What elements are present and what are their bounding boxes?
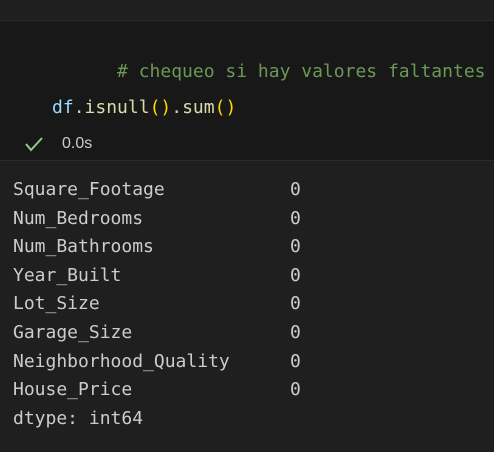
code-paren-open: ( (149, 97, 161, 118)
output-row: Neighborhood_Quality 0 (13, 348, 413, 377)
code-variable: df (52, 97, 74, 118)
output-column-name: Num_Bedrooms (13, 207, 144, 229)
output-column-name: Num_Bathrooms (13, 236, 154, 258)
output-column-name: Square_Footage (13, 179, 165, 200)
output-null-count: 0 (290, 293, 301, 315)
code-comment: # chequeo si hay valores faltantes (117, 61, 486, 82)
output-row: Garage_Size 0 (13, 319, 413, 348)
output-null-count: 0 (290, 264, 301, 286)
output-row: Lot_Size 0 (13, 290, 413, 319)
code-paren-open: ( (214, 97, 226, 118)
output-row: Square_Footage 0 (13, 176, 413, 205)
code-paren-close: ) (160, 97, 172, 118)
output-column-name: Neighborhood_Quality (13, 350, 230, 372)
code-function-sum: sum (182, 97, 215, 118)
output-column-name: Lot_Size (13, 293, 100, 315)
code-cell[interactable]: # chequeo si hay valores faltantes df.is… (0, 20, 494, 161)
notebook-view: # chequeo si hay valores faltantes df.is… (0, 0, 494, 452)
output-null-count: 0 (290, 321, 301, 343)
output-column-name: Garage_Size (13, 321, 133, 343)
execution-status: 0.0s (24, 133, 92, 155)
output-null-count: 0 (290, 179, 301, 200)
code-paren-close: ) (225, 97, 237, 118)
output-row: Num_Bathrooms 0 (13, 233, 413, 262)
code-line-expression[interactable]: df.isnull().sum() (52, 97, 236, 118)
output-row: Year_Built 0 (13, 262, 413, 291)
code-function-isnull: isnull (84, 97, 150, 118)
output-null-count: 0 (290, 350, 301, 372)
cell-output: Square_Footage 0 Num_Bedrooms 0 Num_Bathroom… (13, 176, 413, 433)
output-null-count: 0 (290, 236, 301, 258)
execution-time: 0.0s (62, 135, 93, 152)
check-icon (25, 137, 43, 152)
code-dot: . (73, 97, 85, 118)
output-row: Num_Bedrooms 0 (13, 205, 413, 234)
code-dot: . (171, 97, 183, 118)
cell-gap (0, 0, 494, 20)
output-null-count: 0 (290, 379, 301, 401)
output-row: House_Price 0 (13, 376, 413, 405)
output-column-name: House_Price (13, 379, 133, 401)
output-column-name: Year_Built (13, 264, 122, 286)
output-dtype: dtype: int64 (13, 407, 144, 429)
output-null-count: 0 (290, 207, 301, 229)
code-line-comment[interactable]: # chequeo si hay valores faltantes (52, 40, 486, 103)
